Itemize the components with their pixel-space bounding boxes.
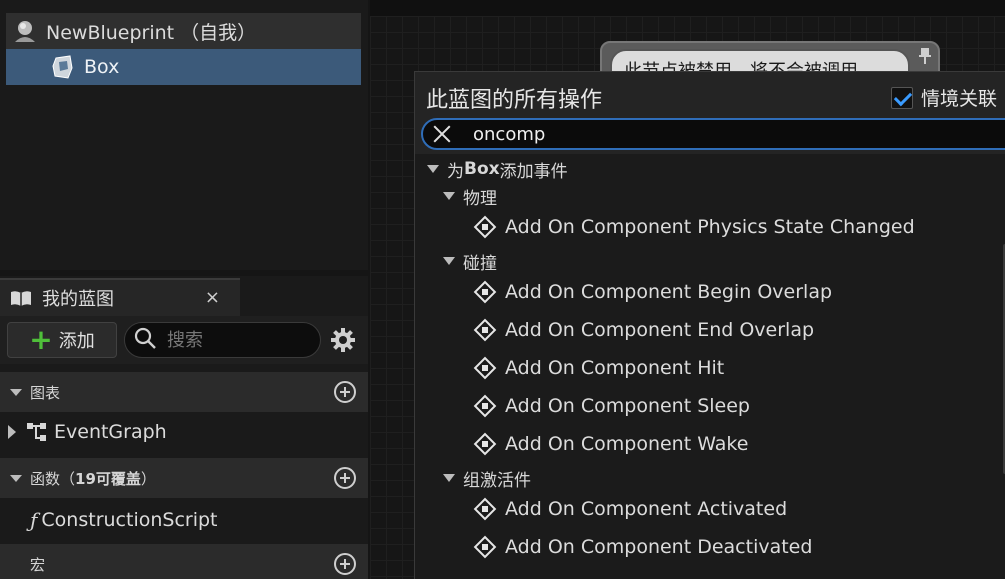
add-graph-icon[interactable]: [334, 381, 356, 403]
component-box-row[interactable]: Box: [6, 49, 361, 85]
action-item[interactable]: Add On Component Activated: [473, 493, 787, 525]
list-item-constructionscript[interactable]: ƒ ConstructionScript: [0, 500, 368, 540]
context-sensitive-label: 情境关联: [921, 88, 998, 110]
my-blueprint-toolbar: + 添加: [0, 316, 368, 364]
action-menu-title: 此蓝图的所有操作: [426, 88, 603, 113]
component-box-label: Box: [84, 56, 120, 78]
event-diamond-icon: [473, 215, 497, 239]
eventgraph-label: EventGraph: [54, 421, 167, 443]
expand-arrow-icon: [8, 425, 16, 439]
component-root-label: NewBlueprint （自我）: [46, 21, 257, 44]
collapse-arrow-icon: [443, 257, 455, 265]
action-search-field[interactable]: [421, 118, 1005, 150]
pin-icon[interactable]: [918, 47, 932, 69]
add-button[interactable]: + 添加: [7, 322, 117, 358]
action-item-label: Add On Component Sleep: [505, 395, 750, 417]
search-input[interactable]: [167, 329, 307, 351]
event-diamond-icon: [473, 356, 497, 380]
gear-icon[interactable]: [330, 327, 356, 353]
action-item-label: Add On Component Activated: [505, 498, 788, 520]
action-item[interactable]: Add On Component Sleep: [473, 390, 750, 422]
category-activation-label: 组激活件: [463, 470, 531, 491]
graph-top-bar: [370, 0, 1005, 16]
action-item[interactable]: Add On Component Hit: [473, 352, 724, 384]
category-activation[interactable]: 组激活件: [443, 465, 531, 491]
action-item-label: Add On Component End Overlap: [505, 319, 815, 341]
category-suffix: 添加事件: [499, 161, 568, 182]
action-item-label: Add On Component Physics State Changed: [505, 216, 915, 238]
list-item-eventgraph[interactable]: EventGraph: [0, 412, 368, 452]
my-blueprint-tab-label: 我的蓝图: [42, 289, 114, 310]
context-sensitive-toggle[interactable]: 情境关联: [891, 84, 997, 111]
context-sensitive-checkbox[interactable]: [891, 86, 913, 109]
action-item[interactable]: Add On Component Deactivated: [473, 531, 812, 563]
actor-bust-icon: [12, 18, 38, 44]
section-graphs-label: 图表: [30, 383, 61, 402]
section-functions[interactable]: 函数（ 19可覆盖 ）: [0, 458, 368, 498]
action-item[interactable]: Add On Component Physics State Changed: [473, 211, 915, 243]
graph-icon: [26, 421, 48, 443]
action-item-label: Add On Component Begin Overlap: [505, 281, 833, 303]
component-root-row[interactable]: NewBlueprint （自我）: [6, 13, 361, 49]
add-macro-icon[interactable]: [334, 553, 356, 575]
add-button-label: 添加: [58, 331, 95, 352]
collapse-arrow-icon: [443, 474, 455, 482]
function-icon: ƒ: [30, 508, 38, 532]
collapse-arrow-icon: [427, 165, 439, 173]
category-physics-label: 物理: [463, 188, 497, 209]
event-diamond-icon: [473, 535, 497, 559]
event-diamond-icon: [473, 318, 497, 342]
event-diamond-icon: [473, 497, 497, 521]
my-blueprint-panel: 我的蓝图 × + 添加 搜索 图表 EventGraph 函数（ 19可覆盖 ）…: [0, 276, 368, 579]
action-item[interactable]: Add On Component Begin Overlap: [473, 276, 832, 308]
section-macros[interactable]: 宏: [0, 544, 368, 579]
collapse-arrow-icon: [443, 192, 455, 200]
category-physics[interactable]: 物理: [443, 183, 497, 209]
add-function-icon[interactable]: [334, 467, 356, 489]
action-item-label: Add On Component Hit: [505, 357, 725, 379]
category-bold: Box: [464, 159, 500, 179]
category-collision-label: 碰撞: [463, 253, 497, 274]
section-macros-label: 宏: [30, 555, 46, 574]
section-functions-suffix: ）: [140, 469, 156, 488]
collapse-arrow-icon: [10, 474, 22, 482]
plus-icon: +: [29, 323, 53, 356]
section-graphs[interactable]: 图表: [0, 372, 368, 412]
event-diamond-icon: [473, 280, 497, 304]
event-diamond-icon: [473, 432, 497, 456]
constructionscript-label: ConstructionScript: [41, 509, 218, 531]
components-panel: NewBlueprint （自我） Box: [0, 0, 368, 270]
action-search-input[interactable]: [473, 123, 873, 145]
my-blueprint-tab[interactable]: 我的蓝图 ×: [0, 278, 240, 316]
collapse-arrow-icon: [10, 388, 22, 396]
category-prefix: 为: [447, 161, 464, 182]
section-functions-prefix: 函数（: [30, 469, 76, 488]
category-collision[interactable]: 碰撞: [443, 248, 497, 274]
my-blueprint-search[interactable]: [124, 322, 321, 358]
action-item-label: Add On Component Deactivated: [505, 536, 813, 558]
close-icon[interactable]: ×: [205, 287, 220, 308]
search-icon: [133, 326, 157, 354]
category-add-box-event[interactable]: 为 Box 添加事件: [427, 156, 568, 182]
action-item[interactable]: Add On Component End Overlap: [473, 314, 814, 346]
event-diamond-icon: [473, 394, 497, 418]
action-item-label: Add On Component Wake: [505, 433, 749, 455]
box-collision-icon: [50, 54, 76, 80]
action-menu: 此蓝图的所有操作 情境关联 为 Box 添加事件 物理 Add On Compo…: [414, 71, 1005, 579]
section-functions-count: 19可覆盖: [75, 469, 141, 488]
action-list: 为 Box 添加事件 物理 Add On Component Physics S…: [415, 154, 1005, 579]
clear-search-icon[interactable]: [433, 125, 451, 143]
book-icon: [10, 289, 32, 307]
action-item[interactable]: Add On Component Wake: [473, 428, 748, 460]
